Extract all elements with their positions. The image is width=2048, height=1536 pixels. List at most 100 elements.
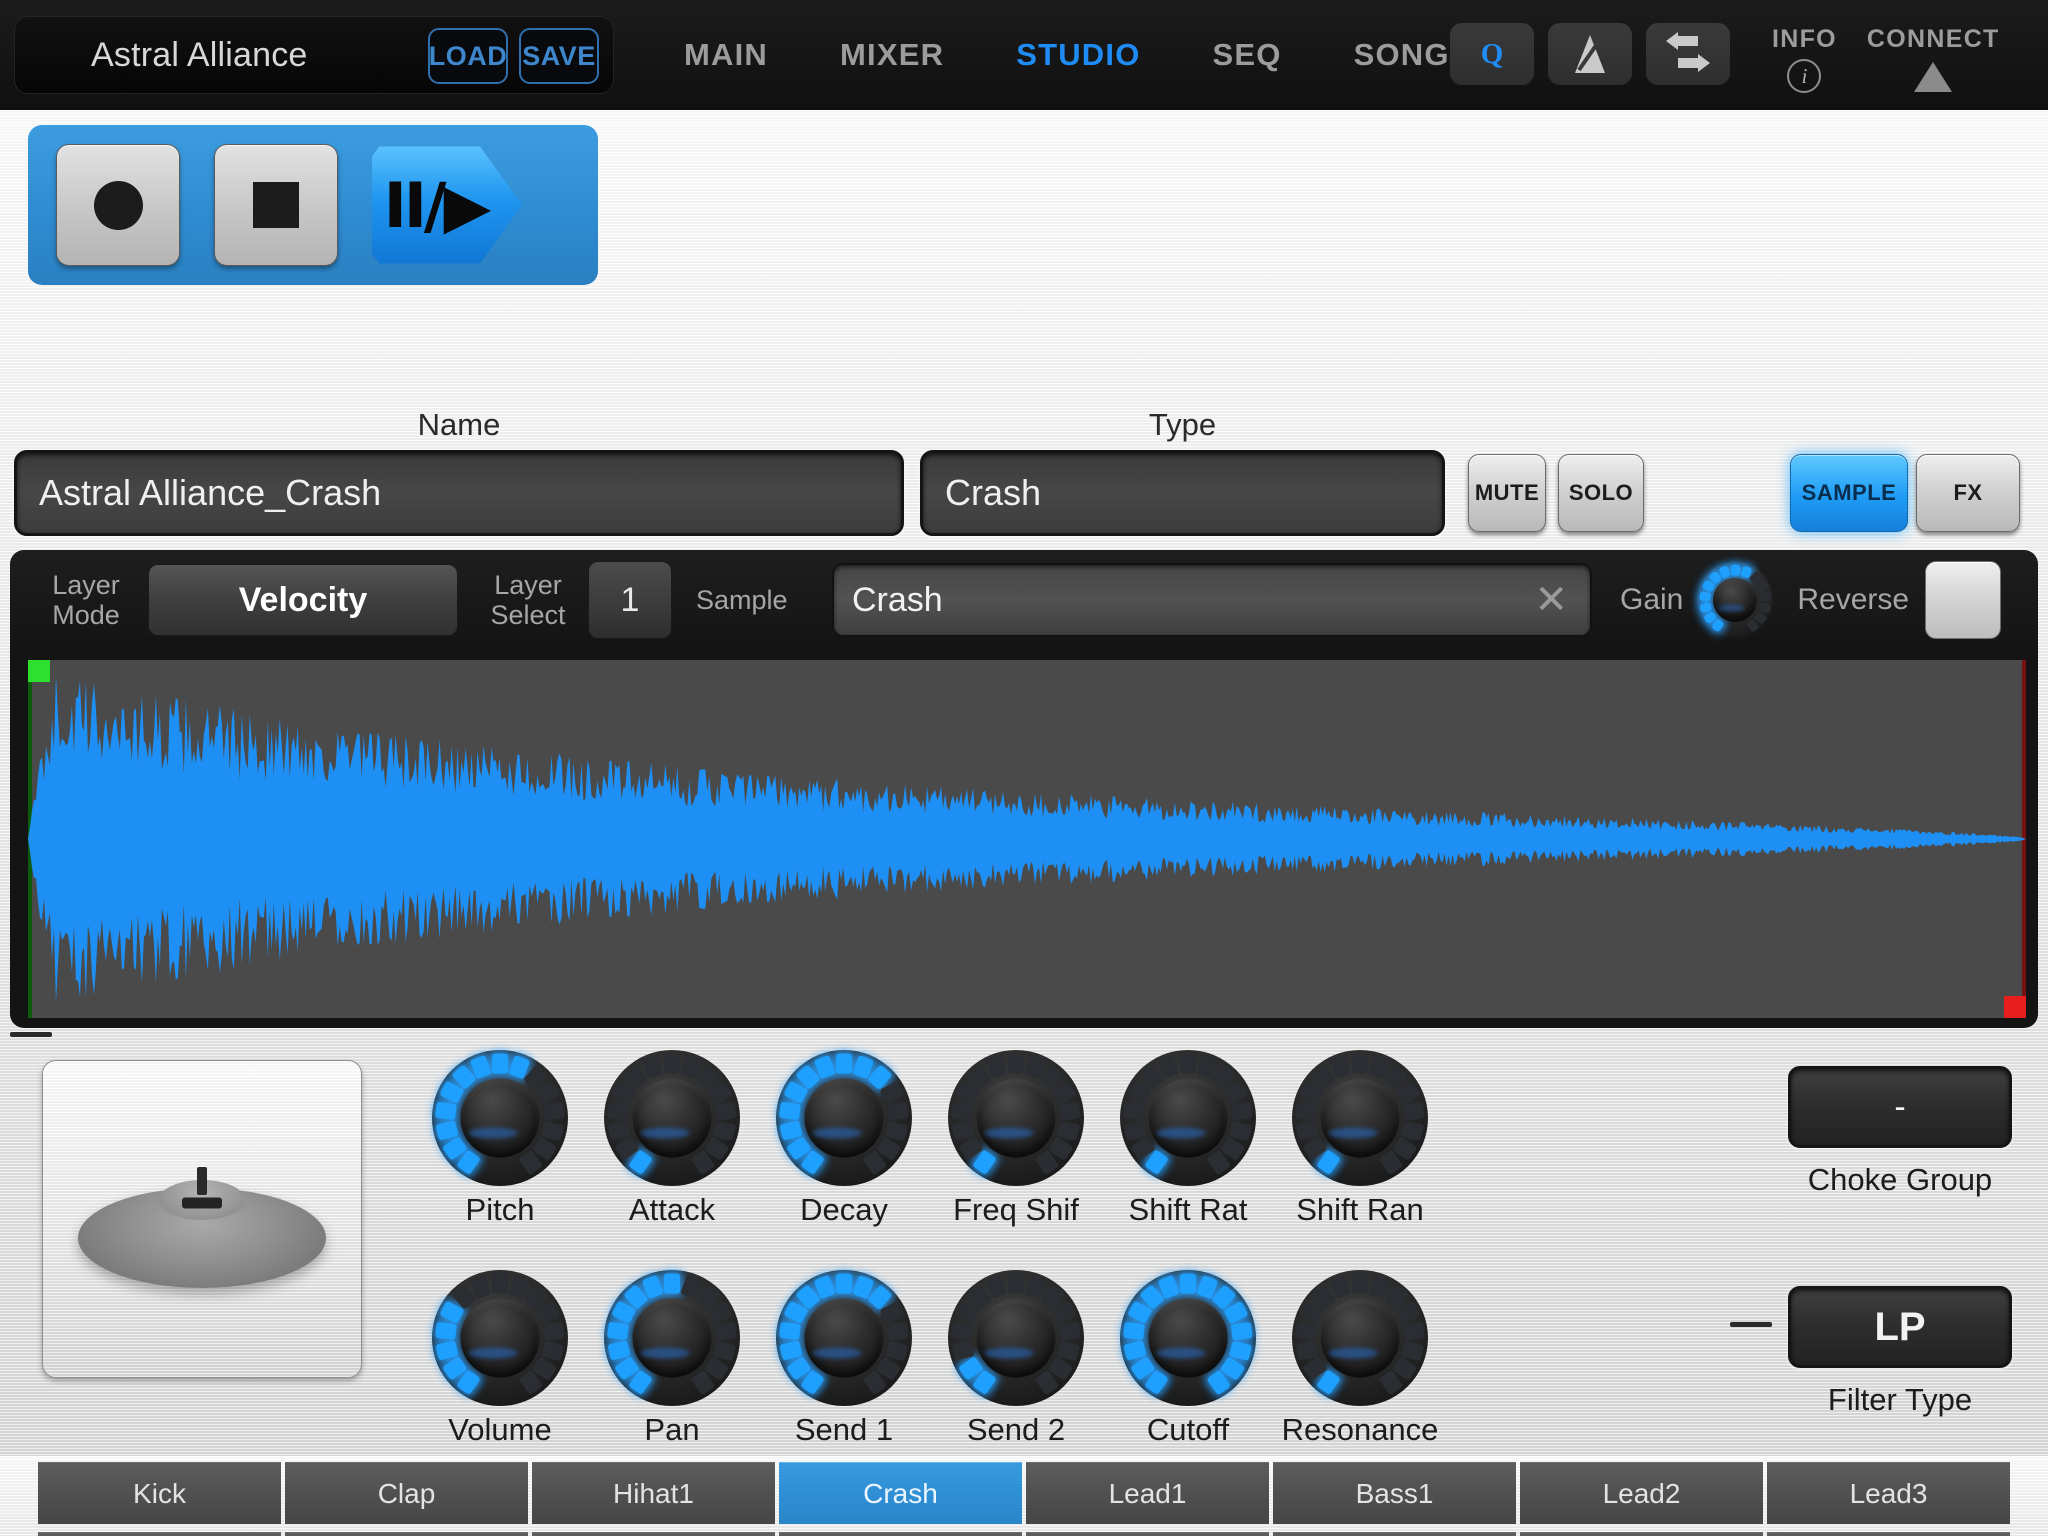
pitch-knob[interactable] <box>432 1050 568 1186</box>
record-button[interactable] <box>56 144 180 266</box>
name-input[interactable]: Astral Alliance_Crash <box>14 450 904 536</box>
pad-hihat2[interactable]: Hihat2 <box>1520 1532 1763 1536</box>
instrument-thumbnail[interactable] <box>42 1060 362 1378</box>
pad-bass1[interactable]: Bass1 <box>1273 1462 1516 1524</box>
waveform-display[interactable] <box>28 660 2026 1018</box>
filter-type-select[interactable]: LP <box>1788 1286 2012 1368</box>
record-icon <box>94 181 143 230</box>
cutoff-knob[interactable] <box>1120 1270 1256 1406</box>
decay-knob[interactable] <box>776 1050 912 1186</box>
project-title: Astral Alliance <box>91 36 308 75</box>
layer-mode-select[interactable]: Velocity <box>148 564 458 636</box>
fx-tab-button[interactable]: FX <box>1916 454 2020 532</box>
knob-cell: Send 2 <box>930 1270 1102 1448</box>
tab-mixer[interactable]: MIXER <box>804 37 980 73</box>
pad-starfx[interactable]: StarFX <box>38 1532 281 1536</box>
knob-label: Decay <box>800 1192 888 1228</box>
mute-button[interactable]: MUTE <box>1468 454 1546 532</box>
reverse-button[interactable] <box>1925 561 2001 639</box>
stop-icon <box>253 182 299 228</box>
reverse-label: Reverse <box>1797 583 1909 617</box>
knob-label: Cutoff <box>1147 1412 1229 1448</box>
knob-row-top: Pitch Attack Decay Freq Shif Shift Rat Shift … <box>414 1050 1446 1228</box>
pad-kick[interactable]: Kick <box>38 1462 281 1524</box>
volume-knob[interactable] <box>432 1270 568 1406</box>
pad-lead2[interactable]: Lead2 <box>1520 1462 1763 1524</box>
pad-subfx[interactable]: SubFX <box>1767 1532 2010 1536</box>
knob-label: Shift Rat <box>1129 1192 1248 1228</box>
stop-button[interactable] <box>214 144 338 266</box>
knob-label: Pitch <box>466 1192 535 1228</box>
start-marker[interactable] <box>28 660 50 682</box>
pad-clap[interactable]: Clap <box>285 1462 528 1524</box>
sample-tab-button[interactable]: SAMPLE <box>1790 454 1908 532</box>
knob-label: Freq Shif <box>953 1192 1079 1228</box>
sample-label: Sample <box>696 585 826 615</box>
knob-cell: Volume <box>414 1270 586 1448</box>
end-marker[interactable] <box>2004 996 2026 1018</box>
pad-hihat1[interactable]: Hihat1 <box>532 1462 775 1524</box>
gain-knob[interactable] <box>1697 562 1773 638</box>
play-pause-icon: II/▶ <box>384 169 488 242</box>
pad-row: StarFX Lead4 BigSaw Snare Pad1 Pad2 Hihat2 SubF… <box>38 1532 2010 1536</box>
solo-button[interactable]: SOLO <box>1558 454 1644 532</box>
undo-redo-button[interactable] <box>1646 23 1730 85</box>
knob-label: Attack <box>629 1192 715 1228</box>
layer-select-value[interactable]: 1 <box>588 561 672 639</box>
play-pause-button[interactable]: II/▶ <box>372 144 522 266</box>
save-button[interactable]: SAVE <box>519 28 599 84</box>
shift-ran-knob[interactable] <box>1292 1050 1428 1186</box>
type-input[interactable]: Crash <box>920 450 1445 536</box>
info-label: INFO <box>1772 25 1837 54</box>
layer-select-label: Layer Select <box>480 570 576 630</box>
connect-label: CONNECT <box>1867 25 2000 54</box>
knob-cell: Pitch <box>414 1050 586 1228</box>
pad-pad2[interactable]: Pad2 <box>1273 1532 1516 1536</box>
waveform-graphic <box>28 660 2026 1018</box>
choke-group-label: Choke Group <box>1788 1162 2012 1198</box>
knob-row-bottom: Volume Pan Send 1 Send 2 Cutoff Resonance <box>414 1270 1446 1448</box>
pan-knob[interactable] <box>604 1270 740 1406</box>
knob-cell: Resonance <box>1274 1270 1446 1448</box>
knob-cell: Shift Ran <box>1274 1050 1446 1228</box>
pad-snare[interactable]: Snare <box>779 1532 1022 1536</box>
close-icon[interactable]: ✕ <box>1534 580 1568 620</box>
pad-grid: KickClapHihat1CrashLead1Bass1Lead2Lead3 … <box>0 1456 2048 1536</box>
undo-redo-icon <box>1664 32 1712 76</box>
connect-button[interactable]: CONNECT <box>1867 23 2000 92</box>
pad-pad1[interactable]: Pad1 <box>1026 1532 1269 1536</box>
shift-rat-knob[interactable] <box>1120 1050 1256 1186</box>
pad-lead1[interactable]: Lead1 <box>1026 1462 1269 1524</box>
attack-knob[interactable] <box>604 1050 740 1186</box>
load-button[interactable]: LOAD <box>428 28 508 84</box>
pad-crash[interactable]: Crash <box>779 1462 1022 1524</box>
tab-main[interactable]: MAIN <box>648 37 804 73</box>
layer-mode-label: Layer Mode <box>38 570 134 630</box>
tab-studio[interactable]: STUDIO <box>980 37 1176 73</box>
triangle-up-icon <box>1914 62 1952 92</box>
freq-shif-knob[interactable] <box>948 1050 1084 1186</box>
tab-seq[interactable]: SEQ <box>1177 37 1318 73</box>
pad-lead4[interactable]: Lead4 <box>285 1532 528 1536</box>
main-nav: MAIN MIXER STUDIO SEQ SONG <box>648 0 1486 110</box>
sample-strip: Layer Mode Velocity Layer Select 1 Sampl… <box>10 550 2038 650</box>
knob-label: Send 2 <box>967 1412 1065 1448</box>
pad-lead3[interactable]: Lead3 <box>1767 1462 2010 1524</box>
resonance-knob[interactable] <box>1292 1270 1428 1406</box>
name-label: Name <box>14 407 904 443</box>
quantize-button[interactable]: Q <box>1450 23 1534 85</box>
send-2-knob[interactable] <box>948 1270 1084 1406</box>
info-button[interactable]: INFO i <box>1772 23 1837 93</box>
knob-cell: Attack <box>586 1050 758 1228</box>
project-name-box[interactable]: Astral Alliance LOAD SAVE <box>14 16 614 94</box>
send-1-knob[interactable] <box>776 1270 912 1406</box>
knob-label: Volume <box>448 1412 551 1448</box>
knob-cell: Pan <box>586 1270 758 1448</box>
pad-bigsaw[interactable]: BigSaw <box>532 1532 775 1536</box>
choke-group-select[interactable]: - <box>1788 1066 2012 1148</box>
knob-cell: Freq Shif <box>930 1050 1102 1228</box>
knob-label: Send 1 <box>795 1412 893 1448</box>
knob-cell: Send 1 <box>758 1270 930 1448</box>
metronome-button[interactable] <box>1548 23 1632 85</box>
sample-select[interactable]: Crash ✕ <box>832 563 1592 637</box>
